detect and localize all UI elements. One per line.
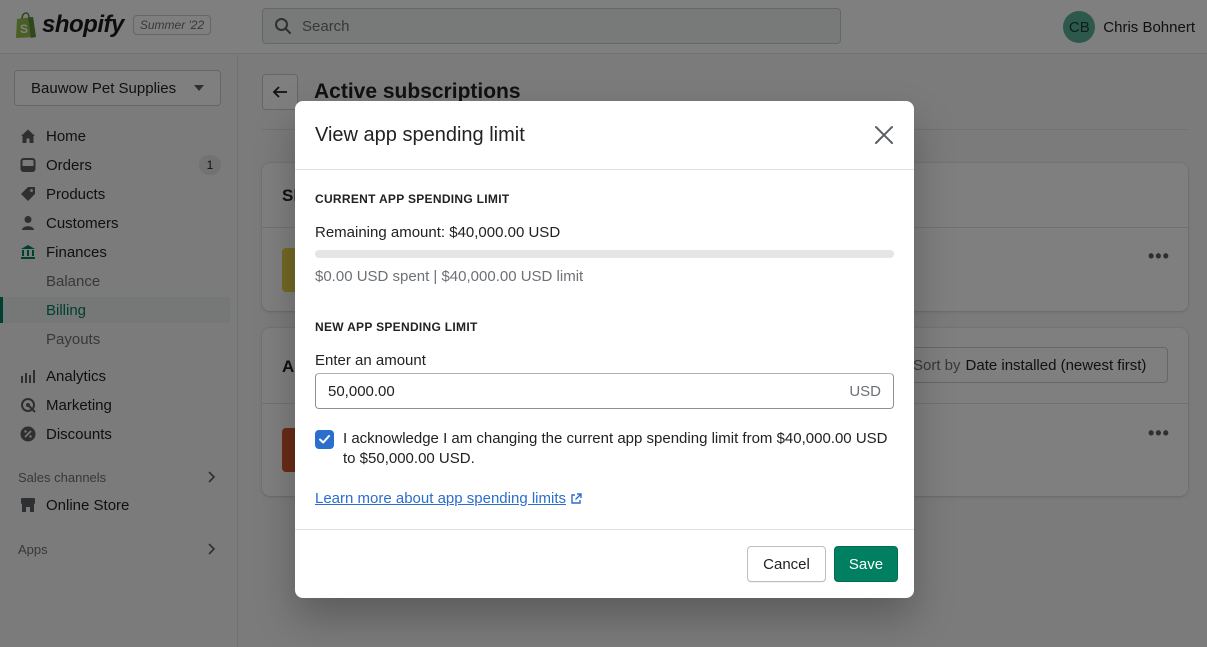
acknowledge-text[interactable]: I acknowledge I am changing the current … xyxy=(343,429,898,469)
checkmark-icon xyxy=(319,435,330,444)
spending-limit-modal: View app spending limit CURRENT APP SPEN… xyxy=(295,101,914,598)
save-button[interactable]: Save xyxy=(834,546,898,582)
external-link-icon xyxy=(571,492,582,504)
learn-more-label: Learn more about app spending limits xyxy=(315,490,566,507)
spent-summary: $0.00 USD spent | $40,000.00 USD limit xyxy=(315,268,584,285)
divider xyxy=(295,169,914,170)
close-button[interactable] xyxy=(872,123,896,147)
spending-progress-bar xyxy=(315,250,894,258)
divider xyxy=(295,529,914,530)
acknowledge-checkbox[interactable] xyxy=(315,430,334,449)
new-limit-heading: NEW APP SPENDING LIMIT xyxy=(315,320,478,334)
currency-suffix: USD xyxy=(849,382,881,400)
cancel-button[interactable]: Cancel xyxy=(747,546,826,582)
amount-label: Enter an amount xyxy=(315,352,426,369)
amount-value: 50,000.00 xyxy=(328,382,395,400)
current-limit-heading: CURRENT APP SPENDING LIMIT xyxy=(315,192,510,206)
amount-input[interactable]: 50,000.00 USD xyxy=(315,373,894,409)
close-icon xyxy=(875,126,893,144)
remaining-amount: Remaining amount: $40,000.00 USD xyxy=(315,224,561,241)
learn-more-link[interactable]: Learn more about app spending limits xyxy=(315,490,582,507)
modal-title: View app spending limit xyxy=(315,124,525,146)
